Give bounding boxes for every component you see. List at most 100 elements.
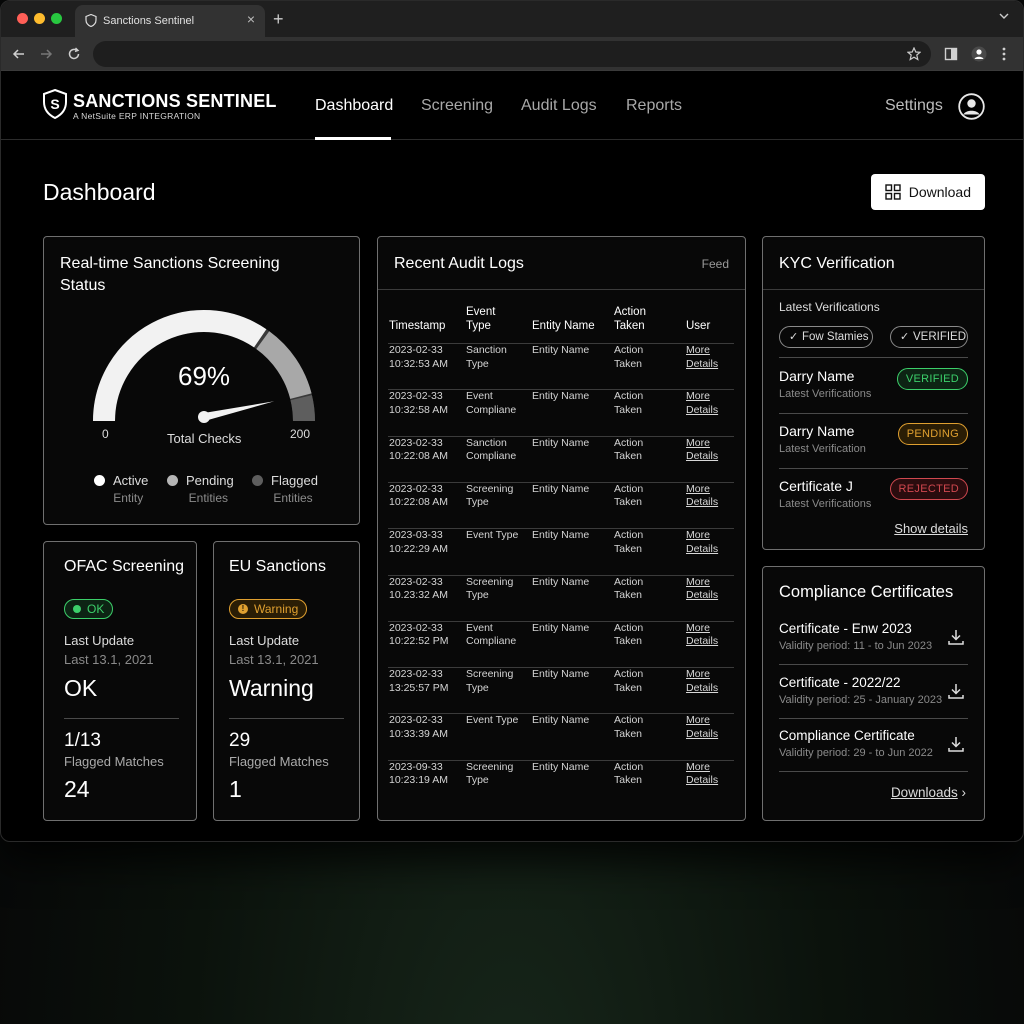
status-badge: REJECTED [889, 478, 968, 500]
flagged-matches-value: 1/13 [64, 730, 101, 751]
nav-reports[interactable]: Reports [626, 97, 682, 115]
tab-title: Sanctions Sentinel [103, 15, 195, 27]
filter-chip[interactable]: ✓ Fow Stamies [779, 326, 873, 348]
nav-settings[interactable]: Settings [885, 97, 943, 115]
card-title: KYC Verification [779, 255, 895, 272]
flagged-matches-label: Flagged Matches [64, 754, 164, 769]
gauge-hub [198, 411, 210, 423]
gauge-max: 200 [290, 427, 311, 441]
column-header-entity-name[interactable]: Entity Name [532, 319, 595, 333]
table-row[interactable]: 2023-02-33 10:32:53 AM Sanction Type Entit… [388, 343, 734, 389]
cell-timestamp: 2023-02-33 13:25:57 PM [389, 668, 449, 694]
cell-action-taken: Action Taken [614, 529, 644, 555]
browser-window: Sanctions Sentinel × + S SANCTIONS SENTI… [0, 0, 1024, 842]
legend-label: Active [113, 473, 149, 488]
table-row[interactable]: 2023-02-33 13:25:57 PM Screening Type Enti… [388, 667, 734, 713]
user-avatar-icon[interactable] [958, 93, 985, 120]
cell-user-link[interactable]: More Details [686, 344, 726, 371]
cell-timestamp: 2023-02-33 10:22:08 AM [389, 482, 448, 509]
table-row[interactable]: 2023-02-33 10:33:39 AM Event Type Entity N… [388, 713, 734, 759]
divider [779, 718, 968, 719]
download-button[interactable]: Download [871, 174, 985, 210]
table-row[interactable]: 2023-02-33 10.23:32 AM Screening Type Enti… [388, 574, 734, 621]
downloads-label: Downloads [890, 785, 958, 800]
nav-audit-logs[interactable]: Audit Logs [521, 97, 597, 115]
column-header-user[interactable]: User [686, 319, 710, 333]
table-row[interactable]: 2023-02-33 10:22:52 PM Event Compliane Ent… [388, 620, 734, 667]
close-window-button[interactable] [17, 13, 28, 24]
cell-timestamp: 2023-09-33 10:23:19 AM [389, 760, 448, 787]
cell-user-link[interactable]: More Details [686, 668, 726, 695]
divider [779, 357, 968, 358]
filter-chip[interactable]: ✓ VERIFIED [890, 326, 968, 348]
cell-event-type: Event Type [466, 529, 519, 542]
column-header-timestamp[interactable]: Timestamp [389, 319, 445, 333]
more-menu-icon[interactable] [1001, 47, 1007, 61]
chevron-down-icon[interactable] [999, 11, 1009, 21]
download-icon[interactable] [947, 682, 965, 700]
cell-event-type: Sanction Type [466, 344, 507, 370]
new-tab-button[interactable]: + [273, 9, 284, 30]
page-title: Dashboard [43, 179, 156, 205]
legend-flagged: Flagged Entities [252, 473, 318, 505]
eu-sanctions-card: EU Sanctions ! Warning Last Update Last … [213, 541, 360, 821]
forward-arrow-icon[interactable] [39, 47, 53, 61]
gauge-label: Total Checks [167, 431, 242, 446]
column-header-action-taken[interactable]: Action Taken [614, 305, 658, 333]
side-panel-icon[interactable] [944, 47, 958, 61]
legend-sub: Entities [273, 491, 313, 505]
download-icon[interactable] [947, 735, 965, 753]
kyc-item-sub: Latest Verifications [779, 388, 872, 400]
table-row[interactable]: 2023-02-33 10:32:58 AM Event Compliane Ent… [388, 389, 734, 435]
cell-user-link[interactable]: More Details [686, 714, 726, 741]
close-tab-icon[interactable]: × [247, 11, 255, 27]
download-icon[interactable] [947, 628, 965, 646]
column-header-event-type[interactable]: Event Type [466, 305, 516, 333]
legend-label: Pending [186, 473, 234, 488]
cell-user-link[interactable]: More Details [686, 483, 726, 510]
nav-dashboard[interactable]: Dashboard [315, 97, 393, 115]
divider [64, 718, 179, 719]
downloads-link[interactable]: Downloads › [891, 785, 966, 800]
profile-icon[interactable] [971, 46, 987, 62]
feed-link[interactable]: Feed [702, 257, 729, 271]
table-row[interactable]: 2023-02-33 10:22:08 AM Screening Type Enti… [388, 481, 734, 528]
certificate-name: Certificate - 2022/22 [779, 675, 901, 690]
chip-label: VERIFIED [913, 331, 967, 343]
back-arrow-icon[interactable] [12, 47, 26, 61]
divider [779, 664, 968, 665]
cell-user-link[interactable]: More Details [686, 761, 726, 788]
address-bar[interactable] [93, 41, 931, 67]
browser-tab[interactable]: Sanctions Sentinel × [75, 5, 265, 37]
table-row[interactable]: 2023-02-33 10:22:08 AM Sanction Compliane… [388, 435, 734, 482]
cell-timestamp: 2023-03-33 10:22:29 AM [389, 529, 448, 555]
nav-screening[interactable]: Screening [421, 97, 493, 115]
cell-user-link[interactable]: More Details [686, 622, 726, 649]
grid-icon [885, 184, 901, 200]
table-row[interactable]: 2023-09-33 10:23:19 AM Screening Type Enti… [388, 759, 734, 806]
cell-user-link[interactable]: More Details [686, 529, 726, 556]
svg-text:S: S [50, 96, 59, 112]
table-row[interactable]: 2023-03-33 10:22:29 AM Event Type Entity N… [388, 528, 734, 574]
cell-timestamp: 2023-02-33 10.23:32 AM [389, 575, 448, 602]
cell-event-type: Screening Type [466, 575, 514, 602]
kyc-item-name: Darry Name [779, 423, 855, 439]
check-icon: ✓ [900, 331, 910, 343]
warning-badge: ! Warning [229, 599, 308, 619]
cell-action-taken: Action Taken [614, 668, 644, 694]
cell-event-type: Screening Type [466, 482, 514, 509]
cell-event-type: Screening Type [466, 668, 514, 694]
gauge-needle [203, 401, 275, 421]
cell-entity-name: Entity Name [532, 714, 590, 727]
cell-user-link[interactable]: More Details [686, 576, 726, 603]
cell-user-link[interactable]: More Details [686, 390, 726, 417]
minimize-window-button[interactable] [34, 13, 45, 24]
shield-favicon-icon [85, 14, 97, 27]
reload-icon[interactable] [67, 47, 81, 61]
bookmark-star-icon[interactable] [907, 47, 921, 61]
certificate-validity: Validity period: 25 - January 2023 [779, 694, 943, 706]
maximize-window-button[interactable] [51, 13, 62, 24]
kyc-item-sub: Latest Verifications [779, 498, 872, 510]
show-details-link[interactable]: Show details [894, 521, 968, 536]
cell-user-link[interactable]: More Details [686, 437, 726, 464]
